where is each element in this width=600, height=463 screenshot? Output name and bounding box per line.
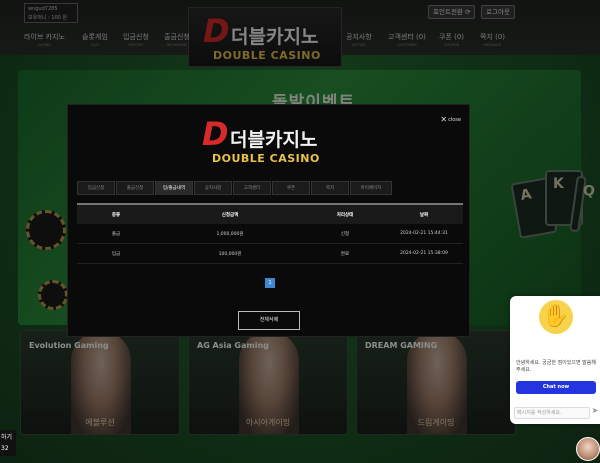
logo-english: DOUBLE CASINO [212, 152, 320, 165]
header-date: 날짜 [419, 212, 429, 218]
side-tab[interactable]: 하기 32 [0, 430, 16, 456]
cell-type: 입금 [111, 251, 121, 257]
delete-all-button[interactable]: 전체삭제 [238, 311, 300, 330]
send-icon[interactable]: ➤ [590, 406, 600, 418]
table-row: 출금 1,000,000원 신청 2024-02-21 15:44:31 [77, 224, 463, 244]
tab-customer[interactable]: 고객센터 [233, 181, 271, 195]
tab-message[interactable]: 쪽지 [311, 181, 349, 195]
table-row: 입금 100,000원 완료 2024-02-21 15:38:09 [77, 244, 463, 264]
tab-history[interactable]: 입/출금내역 [155, 181, 193, 195]
close-button[interactable]: ✕close [440, 115, 461, 124]
cell-amount: 1,000,000원 [216, 231, 244, 237]
logo-korean: 더블카지노 [230, 129, 318, 151]
chat-widget: ✋ 안녕하세요. 궁금한 점이있으면 말씀해주세요. Chat now 메시지를… [510, 296, 600, 424]
tab-coupon[interactable]: 쿠폰 [272, 181, 310, 195]
chat-greeting: 안녕하세요. 궁금한 점이있으면 말씀해주세요. [516, 360, 596, 373]
tab-notice[interactable]: 공지사항 [194, 181, 232, 195]
header-amount: 신청금액 [221, 212, 239, 218]
chat-now-button[interactable]: Chat now [516, 381, 596, 394]
chat-message-input[interactable]: 메시지를 작성하세요. [514, 407, 590, 419]
cell-status: 신청 [340, 231, 350, 237]
waving-hand-icon: ✋ [539, 300, 573, 334]
cell-date: 2024-02-21 15:44:31 [400, 231, 448, 236]
table-header: 종류 신청금액 처리상태 날짜 [77, 203, 463, 224]
tab-deposit[interactable]: 입금신청 [77, 181, 115, 195]
history-table: 종류 신청금액 처리상태 날짜 출금 1,000,000원 신청 2024-02… [77, 203, 463, 264]
transaction-history-modal: ✕close D 더블카지노 DOUBLE CASINO 입금신청 출금신청 입… [67, 104, 470, 337]
close-icon: ✕ [440, 115, 448, 124]
modal-logo: D 더블카지노 DOUBLE CASINO [202, 113, 337, 173]
cell-date: 2024-02-21 15:38:09 [400, 251, 448, 256]
chat-avatar[interactable] [576, 437, 600, 461]
header-status: 처리상태 [336, 212, 354, 218]
tab-withdraw[interactable]: 출금신청 [116, 181, 154, 195]
side-tab-label: 하기 [1, 434, 13, 441]
tab-mypage[interactable]: 마이페이지 [350, 181, 392, 195]
cell-status: 완료 [340, 251, 350, 257]
cell-type: 출금 [111, 231, 121, 237]
logo-d-mark: D [202, 115, 229, 153]
page-1-button[interactable]: 1 [265, 278, 275, 288]
side-tab-count: 32 [1, 445, 9, 452]
close-label: close [448, 117, 461, 123]
cell-amount: 100,000원 [218, 251, 242, 257]
header-type: 종류 [111, 212, 121, 218]
